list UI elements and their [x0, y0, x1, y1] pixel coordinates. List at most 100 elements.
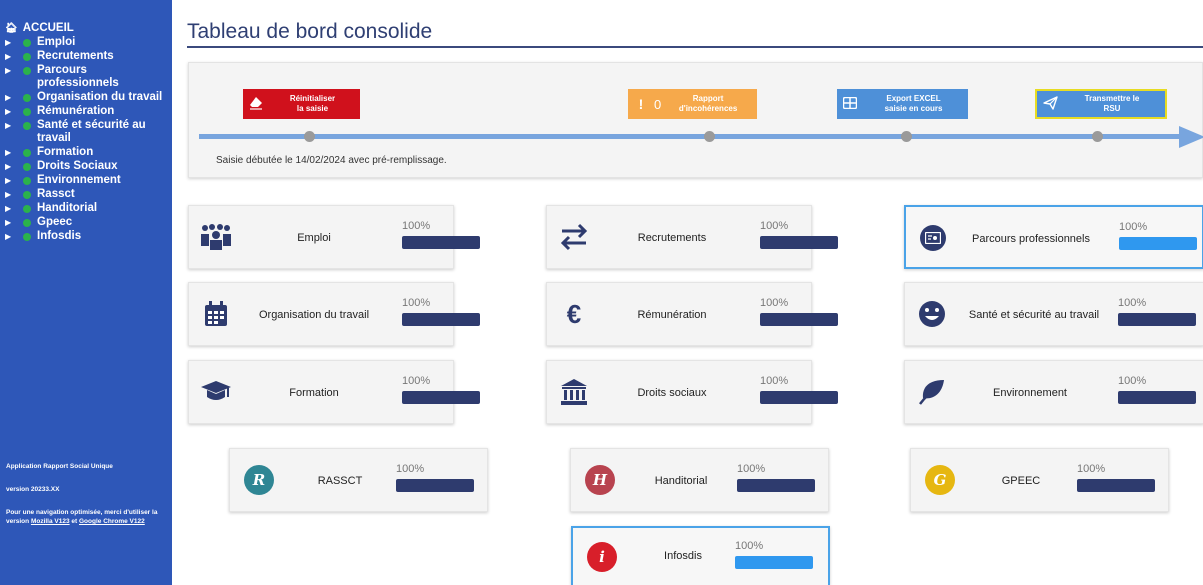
card-progress-bar: [402, 236, 480, 249]
module-card-organisation[interactable]: Organisation du travail 100%: [188, 282, 480, 346]
caret-right-icon: ▶: [5, 107, 12, 116]
sidebar-item-label: Environnement: [37, 174, 121, 186]
timeline-step-dot: [704, 131, 715, 142]
card-label: GPEEC: [1001, 475, 1041, 487]
info-circle-icon: i: [585, 542, 619, 572]
sidebar-item-sante[interactable]: ▶ Santé et sécurité au travail: [5, 119, 170, 145]
status-dot-icon: [23, 52, 31, 61]
table-icon: [837, 96, 863, 112]
status-dot-icon: [23, 218, 31, 227]
sidebar-item-handitorial[interactable]: ▶ Handitorial: [5, 202, 170, 215]
card-progress-bar: [735, 556, 813, 569]
sidebar-item-infosdis[interactable]: ▶ Infosdis: [5, 230, 170, 243]
card-label: Emploi: [297, 232, 331, 244]
icon-letter: R: [244, 465, 274, 495]
g-circle-icon: G: [923, 465, 957, 495]
card-percent: 100%: [396, 463, 425, 475]
caret-right-icon: ▶: [5, 162, 12, 171]
sidebar-item-droits[interactable]: ▶ Droits Sociaux: [5, 160, 170, 173]
title-divider: [187, 46, 1203, 48]
status-dot-icon: [23, 232, 31, 241]
export-excel-button[interactable]: Export EXCEL saisie en cours: [837, 89, 968, 119]
module-card-emploi[interactable]: Emploi 100%: [188, 205, 480, 269]
mozilla-link[interactable]: Mozilla V123: [31, 518, 70, 525]
reset-entry-button[interactable]: Réinitialiser la saisie: [243, 89, 360, 119]
sidebar-item-gpeec[interactable]: ▶ Gpeec: [5, 216, 170, 229]
module-card-infosdis[interactable]: i Infosdis 100%: [571, 526, 830, 585]
card-progress-bar: [402, 313, 480, 326]
timeline-step-dot: [901, 131, 912, 142]
status-dot-icon: [23, 148, 31, 157]
app-name: Application Rapport Social Unique: [6, 463, 113, 470]
card-label: Recrutements: [637, 232, 707, 244]
card-percent: 100%: [760, 375, 789, 387]
caret-right-icon: ▶: [5, 190, 12, 199]
card-progress-bar: [402, 391, 480, 404]
module-card-handitorial[interactable]: H Handitorial 100%: [570, 448, 829, 512]
sidebar-item-recrutements[interactable]: ▶ Recrutements: [5, 50, 170, 63]
card-label: Organisation du travail: [258, 309, 370, 321]
caret-right-icon: ▶: [5, 66, 12, 75]
status-dot-icon: [23, 190, 31, 199]
sidebar-item-home[interactable]: 🏠︎ ACCUEIL: [5, 22, 170, 34]
module-card-sante[interactable]: Santé et sécurité au travail 100%: [904, 282, 1203, 346]
status-dot-icon: [23, 107, 31, 116]
eraser-icon: [243, 96, 269, 113]
browser-note-and: et: [71, 518, 78, 525]
sidebar-item-label: Infosdis: [37, 230, 82, 242]
card-percent: 100%: [760, 297, 789, 309]
inconsistency-report-button[interactable]: ! 0 Rapport d'incohérences: [628, 89, 757, 119]
card-progress-bar: [1118, 313, 1196, 326]
module-card-parcours[interactable]: Parcours professionnels 100%: [904, 205, 1203, 269]
timeline-line: [199, 134, 1184, 139]
sidebar-item-formation[interactable]: ▶ Formation: [5, 146, 170, 159]
group-icon: [199, 222, 233, 252]
graduation-cap-icon: [199, 377, 233, 407]
card-progress-bar: [760, 236, 838, 249]
module-card-recrutements[interactable]: Recrutements 100%: [546, 205, 838, 269]
card-percent: 100%: [402, 297, 431, 309]
status-dot-icon: [23, 204, 31, 213]
sidebar-item-parcours[interactable]: ▶ Parcours professionnels: [5, 64, 170, 90]
sidebar-item-environnement[interactable]: ▶ Environnement: [5, 174, 170, 187]
app-version: version 20233.XX: [6, 486, 60, 493]
timeline-panel: Réinitialiser la saisie ! 0 Rapport d'inco…: [188, 62, 1203, 178]
send-label-line2: RSU: [1103, 104, 1121, 113]
module-card-droits[interactable]: Droits sociaux 100%: [546, 360, 838, 424]
report-button-label: Rapport d'incohérences: [663, 94, 757, 114]
module-card-remuneration[interactable]: € Rémunération 100%: [546, 282, 838, 346]
card-progress-bar: [396, 479, 474, 492]
sidebar-item-remuneration[interactable]: ▶ Rémunération: [5, 105, 170, 118]
card-percent: 100%: [735, 540, 764, 552]
module-card-formation[interactable]: Formation 100%: [188, 360, 480, 424]
module-card-environnement[interactable]: Environnement 100%: [904, 360, 1203, 424]
sidebar-item-emploi[interactable]: ▶ Emploi: [5, 36, 170, 49]
send-button-label: Transmettre le RSU: [1063, 94, 1165, 114]
sidebar-item-label: Formation: [37, 146, 94, 158]
module-card-gpeec[interactable]: G GPEEC 100%: [910, 448, 1169, 512]
card-label: Parcours professionnels: [971, 233, 1090, 245]
module-card-rassct[interactable]: R RASSCT 100%: [229, 448, 488, 512]
inconsistency-count: 0: [654, 96, 662, 112]
icon-letter: i: [587, 542, 617, 572]
card-percent: 100%: [760, 220, 789, 232]
card-percent: 100%: [1119, 221, 1148, 233]
submit-rsu-button[interactable]: Transmettre le RSU: [1035, 89, 1167, 119]
entry-status-text: Saisie débutée le 14/02/2024 avec pré-re…: [216, 155, 447, 166]
reset-label-line1: Réinitialiser: [289, 94, 336, 103]
sidebar-item-rassct[interactable]: ▶ Rassct: [5, 188, 170, 201]
sidebar-item-label: ACCUEIL: [22, 22, 74, 34]
export-button-label: Export EXCEL saisie en cours: [863, 94, 968, 114]
sidebar-item-organisation[interactable]: ▶ Organisation du travail: [5, 91, 170, 104]
timeline-arrow-icon: [1179, 126, 1203, 148]
r-circle-icon: R: [242, 465, 276, 495]
reset-label-line2: la saisie: [296, 104, 329, 113]
card-progress-bar: [760, 313, 838, 326]
sidebar-item-label: Emploi: [37, 36, 76, 48]
caret-right-icon: ▶: [5, 38, 12, 47]
card-progress-bar: [737, 479, 815, 492]
sidebar: 🏠︎ ACCUEIL ▶ Emploi ▶ Recrutements ▶ Parcou…: [0, 0, 172, 585]
timeline-step-dot: [304, 131, 315, 142]
id-card-icon: [916, 223, 950, 253]
chrome-link[interactable]: Google Chrome V122: [79, 518, 145, 525]
